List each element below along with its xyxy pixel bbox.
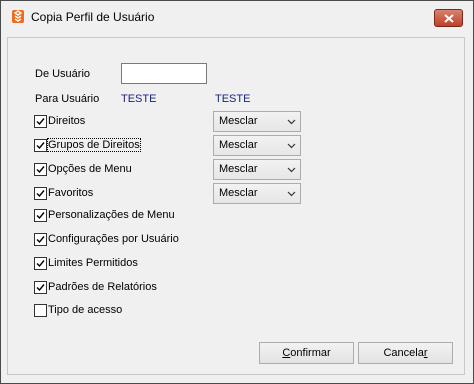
checkmark-icon <box>36 189 45 197</box>
checkbox[interactable] <box>34 256 47 270</box>
option-label: Tipo de acesso <box>48 304 123 316</box>
option-label: Direitos <box>48 115 86 127</box>
opcoes-de-menu-merge-select[interactable]: Mesclar <box>213 159 301 180</box>
select-value: Mesclar <box>219 115 258 127</box>
cancel-button[interactable]: Cancelar <box>358 342 453 364</box>
chevron-down-icon <box>287 167 296 173</box>
de-usuario-input[interactable] <box>121 63 207 84</box>
checkmark-icon <box>36 165 45 173</box>
option-favoritos[interactable]: Favoritos <box>34 185 93 201</box>
option-label: Limites Permitidos <box>48 257 138 269</box>
checkbox[interactable] <box>34 138 47 152</box>
option-opcoes-de-menu[interactable]: Opções de Menu <box>34 161 132 177</box>
option-label: Favoritos <box>48 187 94 199</box>
chevron-down-icon <box>287 191 296 197</box>
checkmark-icon <box>36 283 45 291</box>
checkmark-icon <box>36 235 45 243</box>
select-value: Mesclar <box>219 187 258 199</box>
cancel-label: Cancela <box>383 347 424 359</box>
checkbox[interactable] <box>34 303 47 317</box>
para-usuario-value-secondary: TESTE <box>215 93 251 105</box>
option-tipo-de-acesso[interactable]: Tipo de acesso <box>34 302 122 318</box>
checkbox[interactable] <box>34 208 47 222</box>
de-usuario-label: De Usuário <box>35 68 91 80</box>
confirm-label: onfirmar <box>290 347 331 359</box>
option-label: Grupos de Direitos <box>47 138 141 152</box>
checkmark-icon <box>36 117 45 125</box>
option-label: Padrões de Relatórios <box>48 281 157 293</box>
checkbox[interactable] <box>34 162 47 176</box>
chevron-down-icon <box>287 143 296 149</box>
option-label: Personalizações de Menu <box>48 209 175 221</box>
close-button[interactable] <box>434 9 463 27</box>
option-configuracoes-por-usuario[interactable]: Configurações por Usuário <box>34 231 179 247</box>
dialog-content <box>7 37 465 375</box>
option-direitos[interactable]: Direitos <box>34 113 85 129</box>
option-label: Opções de Menu <box>48 163 132 175</box>
checkbox[interactable] <box>34 114 47 128</box>
para-usuario-value: TESTE <box>121 93 157 105</box>
grupos-de-direitos-merge-select[interactable]: Mesclar <box>213 135 301 156</box>
option-personalizacoes-de-menu[interactable]: Personalizações de Menu <box>34 207 175 223</box>
window-title: Copia Perfil de Usuário <box>31 10 155 24</box>
chevron-down-icon <box>287 119 296 125</box>
direitos-merge-select[interactable]: Mesclar <box>213 111 301 132</box>
para-usuario-label: Para Usuário <box>35 93 100 105</box>
title-bar[interactable]: Copia Perfil de Usuário <box>1 1 473 31</box>
checkbox[interactable] <box>34 280 47 294</box>
option-label: Configurações por Usuário <box>48 233 179 245</box>
checkmark-icon <box>36 211 45 219</box>
favoritos-merge-select[interactable]: Mesclar <box>213 183 301 204</box>
option-padroes-de-relatorios[interactable]: Padrões de Relatórios <box>34 279 157 295</box>
checkbox[interactable] <box>34 232 47 246</box>
checkbox[interactable] <box>34 186 47 200</box>
cancel-accelerator: r <box>423 347 428 359</box>
checkmark-icon <box>36 259 45 267</box>
checkmark-icon <box>36 141 45 149</box>
option-grupos-de-direitos[interactable]: Grupos de Direitos <box>34 137 141 153</box>
select-value: Mesclar <box>219 163 258 175</box>
app-logo-icon <box>12 10 24 23</box>
close-icon <box>444 14 454 23</box>
select-value: Mesclar <box>219 139 258 151</box>
option-limites-permitidos[interactable]: Limites Permitidos <box>34 255 138 271</box>
confirm-button[interactable]: Confirmar <box>259 342 354 364</box>
